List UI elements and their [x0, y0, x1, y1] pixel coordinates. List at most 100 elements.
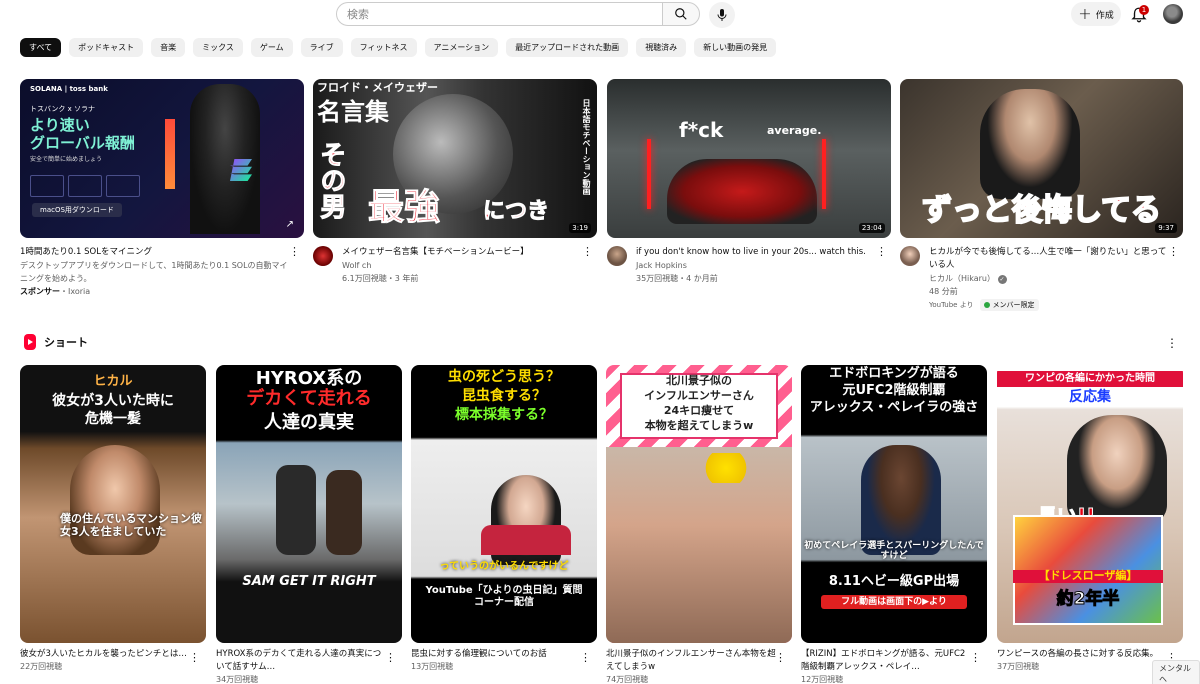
short-card[interactable]: HYROX系の デカくて走れる 人達の真実 SAM GET IT RIGHT H… — [216, 365, 402, 684]
short-top3: 危機一髪 — [85, 411, 141, 427]
more-options-icon[interactable]: ⋮ — [385, 651, 396, 664]
more-options-icon[interactable]: ⋮ — [582, 246, 593, 257]
more-options-icon[interactable]: ⋮ — [1168, 246, 1179, 257]
short-thumbnail[interactable]: HYROX系の デカくて走れる 人達の真実 SAM GET IT RIGHT — [216, 365, 402, 643]
channel-name[interactable]: ヒカル（Hikaru） — [929, 274, 995, 283]
member-only-badge: メンバー限定 — [979, 299, 1039, 311]
thumb-top-text: フロイド・メイウェザー — [317, 81, 438, 94]
filter-chip[interactable]: 視聴済み — [636, 38, 687, 57]
filter-chip[interactable]: 新しい動画の発見 — [694, 38, 777, 57]
video-thumbnail[interactable]: f*ck average. 23:04 — [607, 79, 891, 238]
top-bar: + 作成 1 — [0, 0, 1200, 30]
filter-chip[interactable]: アニメーション — [424, 38, 499, 57]
neon-light — [647, 139, 651, 209]
external-link-icon: ↗ — [285, 219, 294, 230]
channel-name[interactable]: Wolf ch — [342, 259, 581, 272]
filter-chip[interactable]: 音楽 — [151, 38, 186, 57]
short-top1: ワンピの各編にかかった時間 — [997, 371, 1183, 387]
video-title[interactable]: 1時間あたり0.1 SOLをマイニング — [20, 246, 288, 259]
short-top2: デカくて走れる — [246, 388, 372, 409]
video-title[interactable]: if you don't know how to live in your 20… — [636, 246, 875, 259]
search-button[interactable] — [662, 2, 700, 26]
more-options-icon[interactable]: ⋮ — [580, 651, 591, 664]
filter-chip[interactable]: ライブ — [300, 38, 343, 57]
thumb-text2: average. — [767, 124, 822, 137]
short-title[interactable]: 昆虫に対する倫理観についてのお話 — [411, 648, 597, 661]
short-card[interactable]: 北川景子似の インフルエンサーさん 24キロ痩せて 本物を超えてしまうw 北川景… — [606, 365, 792, 684]
sponsor-label: スポンサー — [20, 287, 60, 296]
filter-chip[interactable]: ポッドキャスト — [69, 38, 144, 57]
short-mid: 初めてペレイラ選手とスパーリングしたんですけど — [804, 541, 984, 562]
short-thumbnail[interactable]: ワンピの各編にかかった時間 反応集 長い!! 【ドレスローザ編】 約2年半 — [997, 365, 1183, 643]
filter-chip[interactable]: ゲーム — [250, 38, 293, 57]
video-title[interactable]: メイウェザー名言集【モチベーションムービー】 — [342, 246, 581, 259]
more-options-icon[interactable]: ⋮ — [970, 651, 981, 664]
short-title[interactable]: 彼女が3人いたヒカルを襲ったピンチとは… — [20, 648, 206, 661]
thumb-caption: ずっと後悔してる — [921, 193, 1162, 229]
video-description: デスクトップアプリをダウンロードして、1時間あたり0.1 SOLの自動マイニング… — [20, 261, 288, 283]
short-card[interactable]: ワンピの各編にかかった時間 反応集 長い!! 【ドレスローザ編】 約2年半 ワン… — [997, 365, 1183, 673]
video-thumbnail[interactable]: SOLANA | toss bank トスバンク x ソラナ より速い グローバ… — [20, 79, 304, 238]
short-bottom1: 8.11ヘビー級GP出場 — [828, 574, 960, 589]
create-button[interactable]: + 作成 — [1071, 2, 1121, 26]
microphone-icon — [717, 9, 727, 21]
runner-figure — [326, 470, 362, 555]
video-meta: 35万回視聴・4 か月前 — [636, 274, 718, 283]
more-options-icon[interactable]: ⋮ — [1166, 336, 1178, 350]
short-views: 12万回視聴 — [801, 675, 844, 684]
short-card[interactable]: ヒカル 彼女が3人いた時に 危機一髪 僕の住んでいるマンション彼女3人を住まして… — [20, 365, 206, 673]
more-options-icon[interactable]: ⋮ — [876, 246, 887, 257]
filter-chip[interactable]: すべて — [20, 38, 62, 57]
video-title[interactable]: ヒカルが今でも後悔してる…人生で唯一「謝りたい」と思っている人 — [929, 246, 1167, 272]
tooltip: メンタルヘ — [1152, 660, 1200, 684]
short-thumbnail[interactable]: ヒカル 彼女が3人いた時に 危機一髪 僕の住んでいるマンション彼女3人を住まして… — [20, 365, 206, 643]
plus-icon: + — [1078, 4, 1092, 23]
ad-brand: SOLANA | toss bank — [30, 85, 108, 93]
short-title[interactable]: HYROX系のデカくて走れる人達の真実について話すサム… — [216, 648, 402, 674]
short-top1: HYROX系の — [255, 368, 363, 389]
video-meta: 6.1万回視聴・3 年前 — [342, 274, 419, 283]
shorts-section-header: ショート — [24, 334, 88, 350]
thumb-bottom-text2: 最強 — [367, 186, 441, 228]
channel-name[interactable]: Jack Hopkins — [636, 259, 875, 272]
voice-search-button[interactable] — [709, 2, 735, 28]
filter-chip[interactable]: フィットネス — [350, 38, 417, 57]
channel-avatar[interactable] — [900, 246, 920, 266]
short-bottom: 僕の住んでいるマンション彼女3人を住ましていた — [60, 512, 203, 538]
video-card-ad[interactable]: SOLANA | toss bank トスバンク x ソラナ より速い グローバ… — [20, 79, 304, 298]
video-card[interactable]: f*ck average. 23:04 if you don't know ho… — [607, 79, 891, 285]
channel-avatar[interactable] — [607, 246, 627, 266]
video-card[interactable]: ずっと後悔してる 9:37 ヒカルが今でも後悔してる…人生で唯一「謝りたい」と思… — [900, 79, 1183, 311]
short-title[interactable]: 【RIZIN】エドボロキングが語る、元UFC2階級制覇アレックス・ペレイ… — [801, 648, 987, 674]
short-thumbnail[interactable]: エドボロキングが語る 元UFC2階級制覇 アレックス・ペレイラの強さ 初めてペレ… — [801, 365, 987, 643]
account-avatar[interactable] — [1163, 4, 1183, 24]
filter-chip[interactable]: 最近アップロードされた動画 — [506, 38, 629, 57]
search-box[interactable] — [336, 2, 663, 26]
short-views: 74万回視聴 — [606, 675, 649, 684]
short-card[interactable]: エドボロキングが語る 元UFC2階級制覇 アレックス・ペレイラの強さ 初めてペレ… — [801, 365, 987, 684]
short-card[interactable]: 虫の死どう思う？ 昆虫食する？ 標本採集する？ っていうのがいるんですけど Yo… — [411, 365, 597, 673]
video-thumbnail[interactable]: フロイド・メイウェザー 名言集 日本語モチベーション動画 その男 最強 につき … — [313, 79, 597, 238]
video-card[interactable]: フロイド・メイウェザー 名言集 日本語モチベーション動画 その男 最強 につき … — [313, 79, 597, 285]
channel-avatar[interactable] — [313, 246, 333, 266]
search-input[interactable] — [337, 3, 663, 26]
notification-count-badge: 1 — [1139, 5, 1149, 15]
short-top2: 彼女が3人いた時に — [52, 393, 174, 409]
short-top1: ヒカル — [93, 374, 133, 389]
short-top3: 標本採集する？ — [455, 407, 553, 423]
source-label: YouTube より — [929, 301, 974, 309]
thumb-bottom-text1: その男 — [315, 141, 346, 220]
member-icon — [983, 302, 990, 308]
thumb-big-text: 名言集 — [317, 98, 389, 126]
more-options-icon[interactable]: ⋮ — [775, 651, 786, 664]
filter-chip[interactable]: ミックス — [193, 38, 243, 57]
short-top1: エドボロキングが語る — [829, 366, 959, 381]
short-thumbnail[interactable]: 北川景子似の インフルエンサーさん 24キロ痩せて 本物を超えてしまうw — [606, 365, 792, 643]
thumb-text1: f*ck — [679, 118, 724, 142]
more-options-icon[interactable]: ⋮ — [289, 246, 300, 257]
short-thumbnail[interactable]: 虫の死どう思う？ 昆虫食する？ 標本採集する？ っていうのがいるんですけど Yo… — [411, 365, 597, 643]
video-thumbnail[interactable]: ずっと後悔してる 9:37 — [900, 79, 1183, 238]
person-image — [980, 89, 1080, 199]
more-options-icon[interactable]: ⋮ — [189, 651, 200, 664]
short-title[interactable]: 北川景子似のインフルエンサーさん本物を超えてしまうw — [606, 648, 792, 674]
